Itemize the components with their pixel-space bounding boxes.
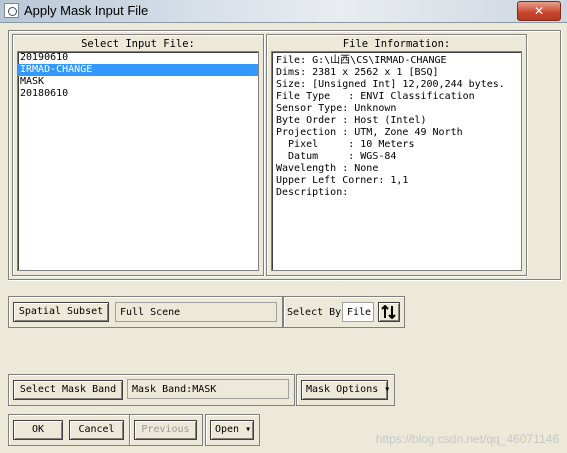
file-info-line: File: G:\山西\CS\IRMAD-CHANGE [276,55,447,66]
select-mask-band-button[interactable]: Select Mask Band [13,380,123,400]
file-info-line: Sensor Type: Unknown [276,103,397,114]
file-info-line: Wavelength : None [276,163,379,174]
spatial-subset-button[interactable]: Spatial Subset [13,302,109,322]
select-by-label: Select By [287,307,342,318]
input-file-caption: Select Input File: [81,38,195,50]
sort-icon[interactable] [378,302,400,322]
spatial-subset-value: Full Scene [115,302,277,322]
file-info-box: File: G:\山西\CS\IRMAD-CHANGE Dims: 2381 x … [271,51,522,271]
mask-band-group: Select Mask Band Mask Band:MASK [8,374,295,406]
app-icon [4,3,19,18]
file-info-panel: File Information: File: G:\山西\CS\IRMAD-C… [266,34,527,276]
file-info-caption: File Information: [342,38,451,50]
close-button[interactable]: ✕ [517,1,561,21]
title-bar: Apply Mask Input File ✕ [0,0,567,23]
mask-options-button[interactable]: Mask Options [301,380,388,400]
mask-band-value: Mask Band:MASK [127,379,289,399]
cancel-button[interactable]: Cancel [69,420,124,440]
spatial-subset-group: Spatial Subset Full Scene [8,296,283,328]
open-group: Open [205,414,260,446]
list-item[interactable]: 20180610 [18,88,258,100]
file-info-line: Pixel : 10 Meters [276,139,415,150]
input-file-panel: Select Input File: 20190610 IRMAD-CHANGE M… [12,34,264,276]
list-item[interactable]: IRMAD-CHANGE [18,64,258,76]
file-info-line: Upper Left Corner: 1,1 [276,175,409,186]
file-info-line: Datum : WGS-84 [276,151,397,162]
file-info-line: Description: [276,187,349,198]
file-info-line: Dims: 2381 x 2562 x 1 [BSQ] [276,67,439,78]
list-item[interactable]: 20190610 [18,52,258,64]
select-by-value[interactable]: File [342,302,374,322]
watermark: https://blog.csdn.net/qq_46071146 [375,432,559,446]
window-title: Apply Mask Input File [24,3,149,18]
previous-button[interactable]: Previous [134,420,197,440]
input-file-list[interactable]: 20190610 IRMAD-CHANGE MASK 20180610 [17,51,259,271]
list-item[interactable]: MASK [18,76,258,88]
file-info-line: Projection : UTM, Zone 49 North [276,127,463,138]
file-info-line: Size: [Unsigned Int] 12,200,244 bytes. [276,79,505,90]
ok-button[interactable]: OK [13,420,63,440]
mask-options-group: Mask Options [296,374,395,406]
previous-group: Previous [129,414,203,446]
file-info-line: Byte Order : Host (Intel) [276,115,427,126]
ok-cancel-group: OK Cancel [8,414,130,446]
file-info-line: File Type : ENVI Classification [276,91,475,102]
open-button[interactable]: Open [210,420,254,440]
select-by-group: Select By File [283,296,405,328]
